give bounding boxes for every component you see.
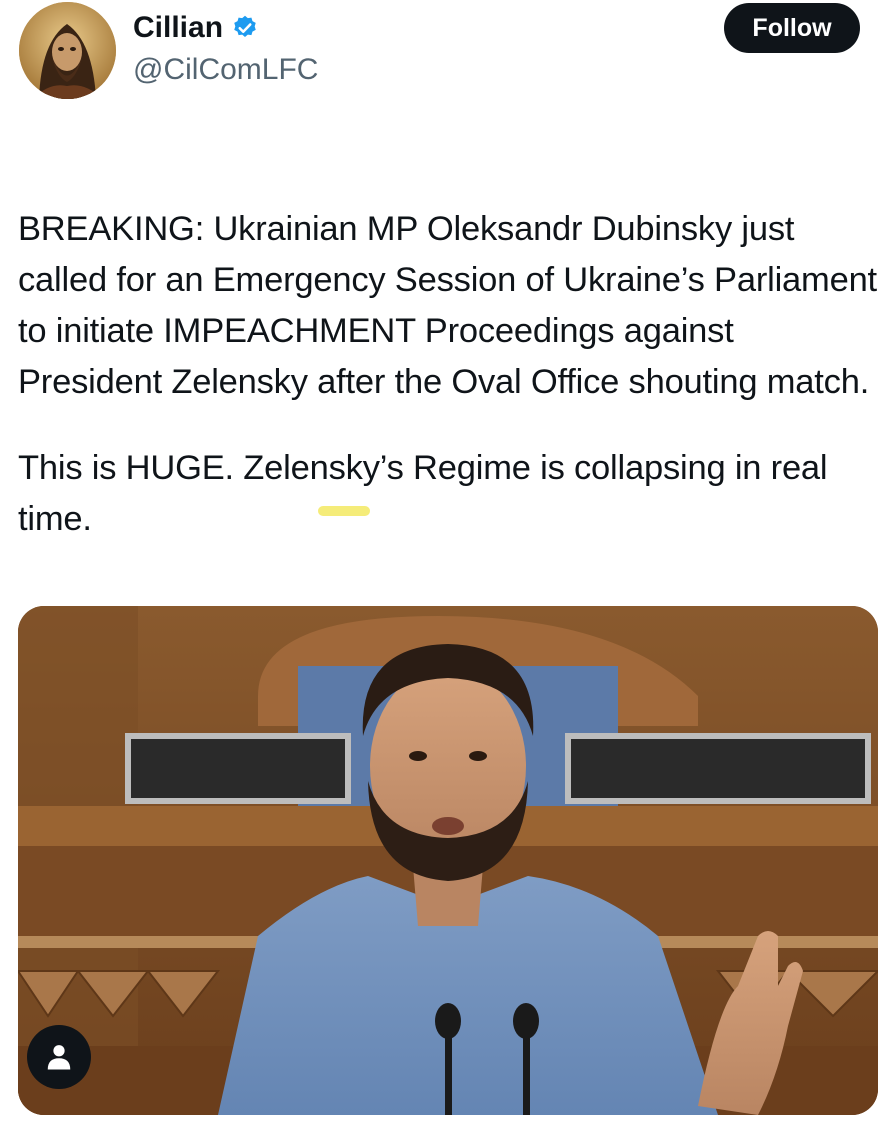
verified-badge-icon bbox=[231, 14, 259, 42]
highlight-underline bbox=[318, 506, 370, 516]
avatar-icon bbox=[19, 2, 116, 99]
parliament-speaker-photo bbox=[18, 606, 878, 1115]
tagged-people-button[interactable] bbox=[27, 1025, 91, 1089]
user-avatar[interactable] bbox=[19, 2, 116, 99]
person-tag-icon bbox=[47, 1045, 71, 1070]
tweet-image[interactable] bbox=[18, 606, 878, 1115]
follow-button[interactable]: Follow bbox=[724, 3, 860, 53]
tweet-paragraph-1-text: BREAKING: Ukrainian MP Oleksandr Dubinsk… bbox=[18, 210, 877, 401]
tweet-text: BREAKING: Ukrainian MP Oleksandr Dubinsk… bbox=[18, 153, 878, 545]
user-handle[interactable]: @CilComLFC bbox=[133, 52, 318, 88]
name-row: Cillian bbox=[133, 10, 259, 46]
ukraine-flag-icon bbox=[18, 163, 62, 191]
display-name[interactable]: Cillian bbox=[133, 10, 223, 46]
tweet-paragraph-2: This is HUGE. Zelensky’s Regime is colla… bbox=[18, 448, 828, 538]
tweet-paragraph-1 bbox=[18, 153, 878, 204]
tweet-header: Cillian @CilComLFC Follow bbox=[0, 0, 896, 110]
